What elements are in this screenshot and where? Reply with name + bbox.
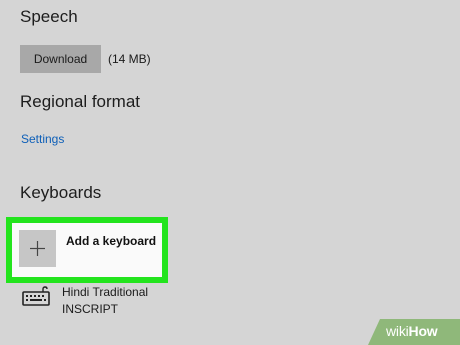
keyboard-icon [22, 286, 50, 306]
keyboard-item-layout: INSCRIPT [62, 302, 119, 316]
plus-icon [30, 241, 45, 256]
speech-heading: Speech [20, 7, 78, 26]
settings-link[interactable]: Settings [21, 132, 64, 146]
download-button[interactable]: Download [20, 45, 101, 73]
regional-format-heading: Regional format [20, 92, 141, 111]
add-keyboard-label: Add a keyboard [66, 234, 157, 248]
keyboards-heading: Keyboards [20, 183, 102, 202]
add-keyboard-tile[interactable] [19, 230, 56, 267]
download-size: (14 MB) [108, 52, 151, 66]
keyboard-item-name[interactable]: Hindi Traditional [62, 285, 148, 299]
wikihow-logo-text: wikiHow [386, 323, 438, 339]
wikihow-watermark: wikiHow [368, 319, 460, 345]
add-keyboard-button[interactable]: Add a keyboard [6, 217, 168, 283]
